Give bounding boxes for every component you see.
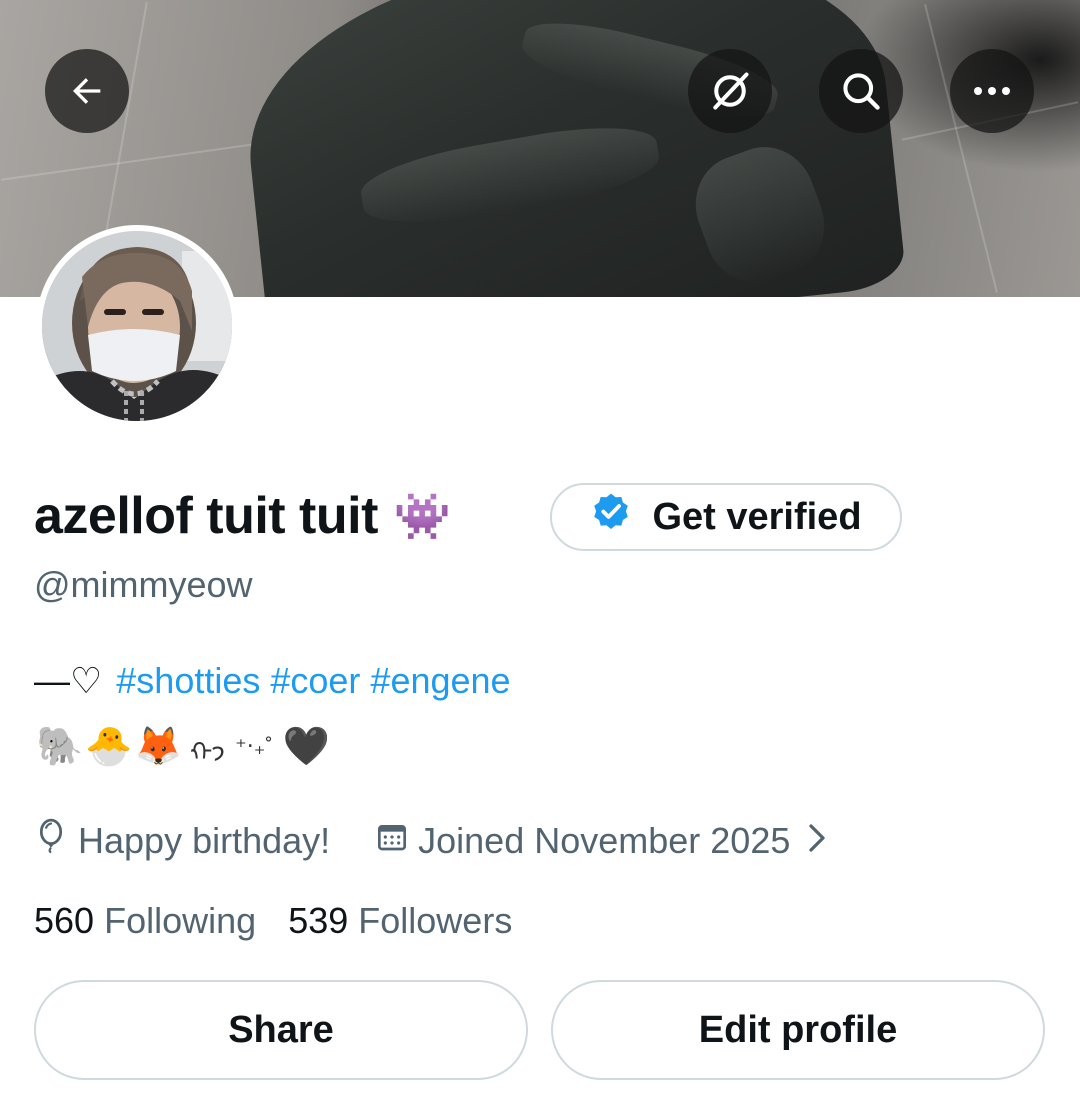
edit-profile-label: Edit profile <box>698 1008 898 1051</box>
following-count: 560 <box>34 900 95 941</box>
avatar[interactable] <box>36 225 238 427</box>
birthday-text: Happy birthday! <box>78 819 331 861</box>
grok-icon <box>708 69 752 113</box>
share-label: Share <box>228 1008 334 1051</box>
search-icon <box>839 69 883 113</box>
handle: @mimmyeow <box>34 564 253 605</box>
get-verified-button[interactable]: Get verified <box>550 483 902 551</box>
fox-emoji: 🦊 <box>134 726 182 768</box>
joined-item[interactable]: Joined November 2025 <box>376 820 828 862</box>
calendar-icon <box>376 820 408 862</box>
hatching-chick-emoji: 🐣 <box>85 726 133 768</box>
search-button[interactable] <box>819 49 903 133</box>
elephant-emoji: 🐘 <box>36 726 84 768</box>
bow-symbol: ᡣ𐭩 <box>189 737 226 767</box>
joined-text: Joined November 2025 <box>418 819 791 861</box>
grok-button[interactable] <box>688 49 772 133</box>
bio-line-1: —♡ #shotties #coer #engene <box>34 660 511 702</box>
black-heart-emoji: 🖤 <box>282 726 330 768</box>
back-button[interactable] <box>45 49 129 133</box>
bio-prefix: —♡ <box>34 660 103 701</box>
bio-line-2: 🐘 🐣 🦊 ᡣ𐭩 ⁺‧₊˚ 🖤 <box>36 722 330 772</box>
edit-profile-button[interactable]: Edit profile <box>551 980 1045 1080</box>
follow-stats: 560 Following 539 Followers <box>34 900 512 942</box>
display-name: azellof tuit tuit <box>34 487 378 545</box>
followers-count: 539 <box>288 900 349 941</box>
bio-hashtags[interactable]: #shotties #coer #engene <box>116 660 510 702</box>
avatar-image <box>42 231 232 421</box>
arrow-left-icon <box>67 71 107 111</box>
followers-link[interactable]: 539 Followers <box>288 900 512 941</box>
alien-monster-emoji: 👾 <box>393 489 451 542</box>
sparkle-symbols: ⁺‧₊˚ <box>235 734 273 759</box>
get-verified-label: Get verified <box>652 495 862 538</box>
following-link[interactable]: 560 Following <box>34 900 266 941</box>
chevron-right-icon <box>806 820 828 862</box>
followers-label: Followers <box>358 900 513 941</box>
more-horizontal-icon <box>972 85 1012 97</box>
more-button[interactable] <box>950 49 1034 133</box>
following-label: Following <box>104 900 257 941</box>
display-name-row: azellof tuit tuit 👾 <box>34 486 451 546</box>
share-button[interactable]: Share <box>34 980 528 1080</box>
birthday-item: Happy birthday! <box>34 818 330 863</box>
balloon-icon <box>34 818 68 863</box>
verified-badge-icon <box>590 491 632 543</box>
profile-meta: Happy birthday! Joined November 2025 <box>34 818 828 863</box>
